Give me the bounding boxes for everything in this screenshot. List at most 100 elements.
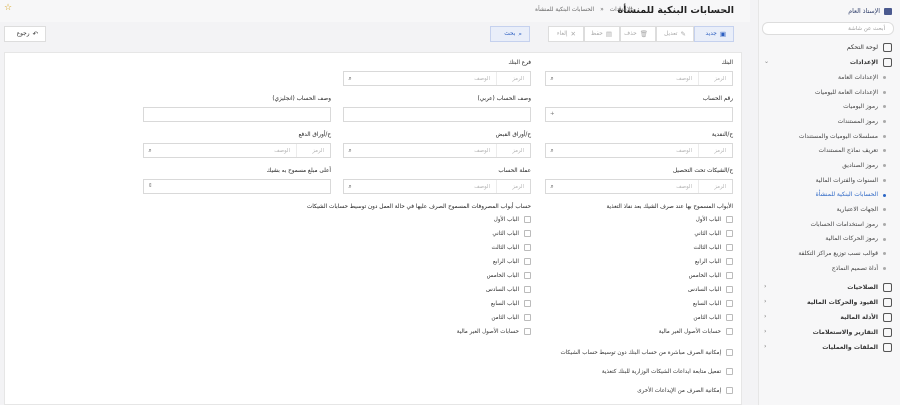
checkbox[interactable] (726, 300, 733, 307)
new-button[interactable]: ▣ جديد (694, 26, 734, 42)
payments-account-lookup[interactable]: الرمز الوصف ⌕ (143, 143, 331, 158)
checkbox[interactable] (726, 272, 733, 279)
sidebar-subitem[interactable]: رموز استخدامات الحسابات (758, 217, 900, 232)
left-checkbox-row[interactable]: الباب الثالث (491, 242, 531, 253)
checks-desc-input[interactable]: الوصف (558, 184, 698, 190)
sidebar-item-financial-guides[interactable]: الأدلة المالية ‹ (758, 310, 900, 325)
cash-code-input[interactable]: الرمز (698, 144, 732, 157)
bank-lookup[interactable]: الرمز الوصف ⌕ (545, 71, 733, 86)
cash-desc-input[interactable]: الوصف (558, 148, 698, 154)
search-icon[interactable]: ⌕ (344, 75, 356, 83)
right-checkbox-row[interactable]: الباب الرابع (695, 256, 733, 267)
payments-code-input[interactable]: الرمز (296, 144, 330, 157)
option-checkbox-row[interactable]: إمكانية الصرف مباشرة من حساب البنك دون ت… (560, 347, 733, 358)
receipts-code-input[interactable]: الرمز (496, 144, 530, 157)
left-checkbox-row[interactable]: الباب الثاني (492, 228, 531, 239)
account-number-input[interactable]: + (545, 107, 733, 122)
account-desc-en-input[interactable] (143, 107, 331, 122)
search-icon[interactable]: ⌕ (344, 183, 356, 191)
cash-account-lookup[interactable]: الرمز الوصف ⌕ (545, 143, 733, 158)
sidebar-subitem[interactable]: أداة تصميم النماذج (758, 261, 900, 276)
checkbox[interactable] (726, 387, 733, 394)
back-button[interactable]: ↶ رجوع (4, 26, 46, 42)
left-checkbox-row[interactable]: الباب الخامس (487, 270, 531, 281)
sidebar-subitem[interactable]: قوالب نسب توزيع مراكز التكلفة (758, 246, 900, 261)
search-icon[interactable]: ⌕ (344, 147, 356, 155)
left-checkbox-row[interactable]: الباب الثامن (491, 312, 531, 323)
currency-code-input[interactable]: الرمز (496, 180, 530, 193)
breadcrumb-root[interactable]: الإعدادات (610, 7, 632, 13)
checkbox[interactable] (524, 216, 531, 223)
checkbox[interactable] (726, 258, 733, 265)
bank-desc-input[interactable]: الوصف (558, 76, 698, 82)
sidebar-subitem[interactable]: مسلسلات اليوميات والمستندات (758, 129, 900, 144)
checkbox[interactable] (726, 230, 733, 237)
right-checkbox-row[interactable]: الباب الأول (696, 214, 733, 225)
sidebar-subitem[interactable]: الجهات الاعتبارية (758, 202, 900, 217)
checkbox[interactable] (524, 258, 531, 265)
right-checkbox-row[interactable]: الباب السابع (693, 298, 733, 309)
right-checkbox-row[interactable]: الباب الثامن (693, 312, 733, 323)
sidebar-search-input[interactable]: أبحث عن شاشة (762, 22, 894, 35)
checkbox[interactable] (726, 314, 733, 321)
search-button[interactable]: ⌕ بحث (490, 26, 530, 42)
receipts-desc-input[interactable]: الوصف (356, 148, 496, 154)
right-checkbox-row[interactable]: الباب الخامس (689, 270, 733, 281)
left-checkbox-row[interactable]: الباب السابع (491, 298, 531, 309)
left-checkbox-row[interactable]: الباب الأول (494, 214, 531, 225)
sidebar-subitem[interactable]: السنوات والفترات المالية (758, 173, 900, 188)
search-icon[interactable]: ⌕ (144, 147, 156, 155)
checkbox[interactable] (524, 314, 531, 321)
right-checkbox-row[interactable]: الباب السادس (688, 284, 733, 295)
bank-branch-lookup[interactable]: الرمز الوصف ⌕ (343, 71, 531, 86)
checkbox[interactable] (524, 300, 531, 307)
option-checkbox-row[interactable]: تفعيل متابعة ايداعات الشيكات الوزارية لل… (602, 366, 733, 377)
checkbox[interactable] (726, 216, 733, 223)
sidebar-subitem[interactable]: رموز الحركات المالية (758, 232, 900, 247)
sidebar-item-files[interactable]: الملفات والعمليات ‹ (758, 340, 900, 355)
sidebar-subitem[interactable]: رموز الصناديق (758, 158, 900, 173)
sidebar-subitem[interactable]: رموز المستندات (758, 114, 900, 129)
right-checkbox-row[interactable]: الباب الثالث (693, 242, 733, 253)
option-checkbox-row[interactable]: إمكانية الصرف من الإيداعات الأخرى (637, 385, 733, 396)
checkbox[interactable] (726, 349, 733, 356)
sidebar-module-title[interactable]: الإستاذ العام (848, 6, 892, 16)
search-icon[interactable]: ⌕ (546, 75, 558, 83)
checkbox[interactable] (524, 286, 531, 293)
checkbox[interactable] (726, 368, 733, 375)
sidebar-subitem-active[interactable]: الحسابات البنكية للمنشأة (758, 188, 900, 203)
max-amount-input[interactable]: ⇕ (143, 179, 331, 194)
currency-desc-input[interactable]: الوصف (356, 184, 496, 190)
checkbox[interactable] (524, 272, 531, 279)
sidebar-item-entries[interactable]: القيود والحركات المالية ‹ (758, 295, 900, 310)
search-icon[interactable]: ⌕ (546, 183, 558, 191)
sidebar-subitem[interactable]: الإعدادات العامة لليوميات (758, 85, 900, 100)
checkbox[interactable] (726, 286, 733, 293)
sidebar-item-permissions[interactable]: الصلاحيات ‹ (758, 280, 900, 295)
save-button[interactable]: ▤ حفظ (584, 26, 620, 42)
right-checkbox-row[interactable]: الباب الثاني (694, 228, 733, 239)
delete-button[interactable]: 🗑 حذف (620, 26, 656, 42)
checkbox[interactable] (726, 244, 733, 251)
checkbox[interactable] (524, 244, 531, 251)
checkbox[interactable] (524, 230, 531, 237)
favorite-star-icon[interactable]: ☆ (4, 3, 12, 13)
right-checkbox-row[interactable]: حسابات الأصول الغير مالية (659, 326, 733, 337)
checkbox[interactable] (726, 328, 733, 335)
branch-desc-input[interactable]: الوصف (356, 76, 496, 82)
checks-account-lookup[interactable]: الرمز الوصف ⌕ (545, 179, 733, 194)
checks-code-input[interactable]: الرمز (698, 180, 732, 193)
sidebar-item-settings[interactable]: الإعدادات ⌄ (758, 55, 900, 70)
edit-button[interactable]: ✎ تعديل (656, 26, 694, 42)
sidebar-subitem[interactable]: رموز اليوميات (758, 99, 900, 114)
sidebar-item-reports[interactable]: التقارير والاستعلامات ‹ (758, 325, 900, 340)
branch-code-input[interactable]: الرمز (496, 72, 530, 85)
payments-desc-input[interactable]: الوصف (156, 148, 296, 154)
checkbox[interactable] (524, 328, 531, 335)
sidebar-subitem[interactable]: الإعدادات العامة (758, 70, 900, 85)
currency-lookup[interactable]: الرمز الوصف ⌕ (343, 179, 531, 194)
cancel-button[interactable]: ✕ إلغاء (548, 26, 584, 42)
number-stepper-icon[interactable]: ⇕ (148, 183, 153, 189)
left-checkbox-row[interactable]: الباب الرابع (493, 256, 531, 267)
account-desc-ar-input[interactable] (343, 107, 531, 122)
